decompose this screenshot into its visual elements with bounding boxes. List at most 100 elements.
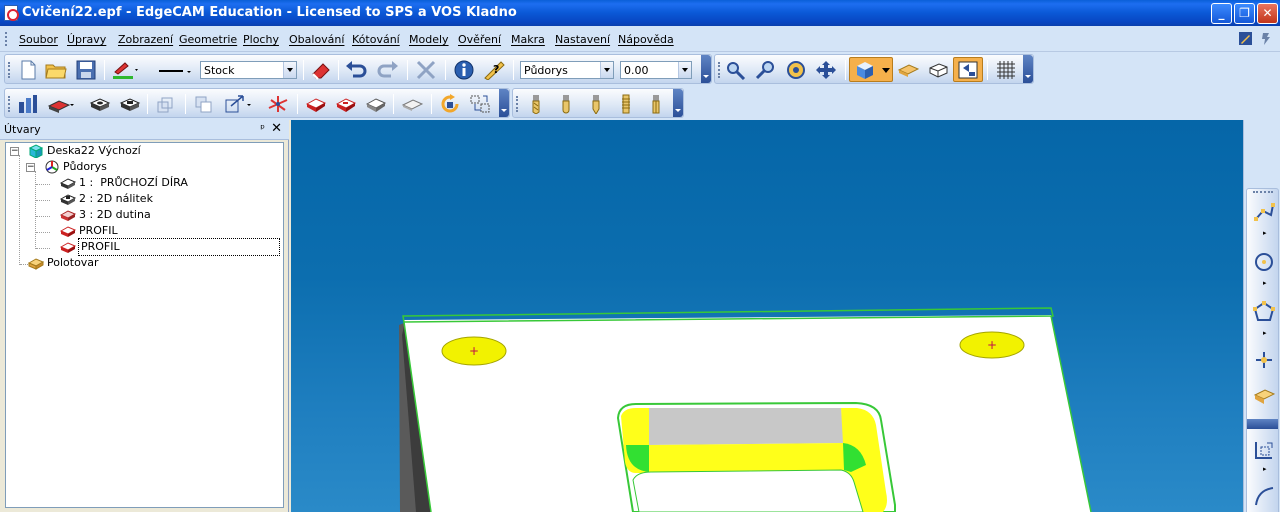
menu-kotovani[interactable]: Kótování [352,33,400,46]
copy-feature-icon[interactable] [193,94,215,114]
chevron-down-icon[interactable] [283,62,296,78]
red-cycle-1-icon[interactable] [305,94,327,114]
delete-icon[interactable] [415,60,437,80]
open-folder-icon[interactable] [45,60,67,80]
stock-icon[interactable] [897,60,919,80]
chevron-down-icon[interactable] [678,62,691,78]
toolbar-grip[interactable] [718,62,720,78]
reamer-icon[interactable] [645,94,667,114]
zoom-dynamic-icon[interactable] [755,60,777,80]
app-icon[interactable] [4,5,19,21]
collapse-root-icon[interactable]: − [10,147,19,156]
menu-overeni[interactable]: Ověření [458,33,501,46]
new-file-icon[interactable] [17,60,39,80]
dimension-tool-icon[interactable] [1253,439,1275,461]
menu-plochy[interactable]: Plochy [243,33,279,46]
tree-node-root[interactable]: Deska22 Výchozí [28,143,141,159]
features-icon[interactable] [17,94,39,114]
chevron-down-icon[interactable] [600,62,613,78]
close-button[interactable]: ✕ [1257,3,1278,24]
pin-icon[interactable]: ᵖ [260,122,265,135]
feature-find-icon[interactable] [47,94,75,114]
wire-icon[interactable] [927,60,949,80]
redo-icon[interactable] [377,60,399,80]
circle-tool-icon[interactable] [1253,251,1275,273]
color-pen-icon[interactable] [111,60,141,80]
menu-soubor[interactable]: Soubor [19,33,58,46]
toolbar-overflow-icon[interactable] [673,89,683,117]
chevron-right-icon[interactable]: ▸ [1263,279,1267,287]
eraser-icon[interactable] [310,60,332,80]
group-icon[interactable] [469,94,491,114]
chevron-right-icon[interactable]: ▸ [1263,465,1267,473]
value-select[interactable]: 0.00 [620,61,692,79]
toolbar-overflow-icon[interactable] [1247,419,1278,429]
toolbar-grip[interactable] [516,96,518,112]
tree-node-feature-2[interactable]: 2 : 2D nálitek [60,191,153,207]
tree-node-profile-1[interactable]: PROFIL [60,223,118,239]
refresh-icon[interactable] [439,94,461,114]
layer-select[interactable]: Stock [200,61,297,79]
menu-upravy[interactable]: Úpravy [67,33,106,46]
measure-icon[interactable]: ? [483,60,505,80]
toolbar-grip[interactable] [8,96,10,112]
panel-close-icon[interactable]: ✕ [271,121,282,136]
ballnose-icon[interactable] [555,94,577,114]
info-icon[interactable] [453,60,475,80]
maximize-button[interactable]: ❐ [1234,3,1255,24]
chevron-right-icon[interactable]: ▸ [1263,329,1267,337]
endmill-icon[interactable] [525,94,547,114]
tree-node-feature-1[interactable]: 1 : PRŮCHOZÍ DÍRA [60,175,188,191]
feature-tree[interactable]: − Deska22 Výchozí − Půdorys 1 : PRŮCHOZÍ… [5,142,284,508]
gray-plate-icon[interactable] [401,94,423,114]
toolbar-overflow-icon[interactable] [1023,55,1033,83]
pocket-feature-icon[interactable] [119,94,141,114]
toolbar-overflow-icon[interactable] [701,55,711,83]
polygon-tool-icon[interactable] [1253,301,1275,323]
tap-icon[interactable] [615,94,637,114]
point-tool-icon[interactable] [1253,349,1275,371]
pan-icon[interactable] [815,60,837,80]
edit-pen-icon[interactable] [1238,31,1253,46]
menu-modely[interactable]: Modely [409,33,449,46]
minimize-button[interactable]: _ [1211,3,1232,24]
view-select[interactable]: Půdorys [520,61,614,79]
undo-icon[interactable] [345,60,367,80]
grid-icon[interactable] [995,60,1017,80]
menu-grip[interactable] [5,32,8,46]
collapse-cpl-icon[interactable]: − [26,163,35,172]
part-model[interactable]: + + [291,120,1243,512]
line-tool-icon[interactable] [1253,201,1275,223]
tree-node-feature-3[interactable]: 3 : 2D dutina [60,207,151,223]
save-icon[interactable] [75,60,97,80]
menu-nastaveni[interactable]: Nastavení [555,33,610,46]
menu-napoveda[interactable]: Nápověda [618,33,674,46]
help-pointer-icon[interactable] [1259,31,1274,46]
layers-icon[interactable] [155,94,177,114]
gray-cycle-icon[interactable] [365,94,387,114]
arc-tool-icon[interactable] [1253,485,1275,507]
toolbar-overflow-icon[interactable] [499,89,509,117]
chevron-right-icon[interactable]: ▸ [1263,229,1267,237]
cpl-button[interactable] [953,57,983,82]
toolbar-grip[interactable] [1253,191,1273,193]
tree-node-profile-2[interactable]: PROFIL [60,238,280,256]
drill-icon[interactable] [585,94,607,114]
transform-icon[interactable] [223,94,253,114]
menu-zobrazeni[interactable]: Zobrazení [118,33,173,46]
line-style-icon[interactable] [157,60,193,80]
menu-geometrie[interactable]: Geometrie [179,33,237,46]
menu-obalovani[interactable]: Obalování [289,33,344,46]
toolbar-grip[interactable] [8,62,10,78]
tree-node-cpl[interactable]: Půdorys [44,159,107,175]
cpl-axes-icon[interactable] [267,94,289,114]
graphics-viewport[interactable]: + + [291,120,1243,512]
rotate-icon[interactable] [785,60,807,80]
stock-tool-icon[interactable] [1253,385,1275,407]
hole-feature-icon[interactable] [89,94,111,114]
zoom-window-icon[interactable] [725,60,747,80]
solid-shade-button[interactable] [849,57,893,82]
menu-makra[interactable]: Makra [511,33,545,46]
red-cycle-2-icon[interactable] [335,94,357,114]
tree-node-stock[interactable]: Polotovar [28,255,99,271]
